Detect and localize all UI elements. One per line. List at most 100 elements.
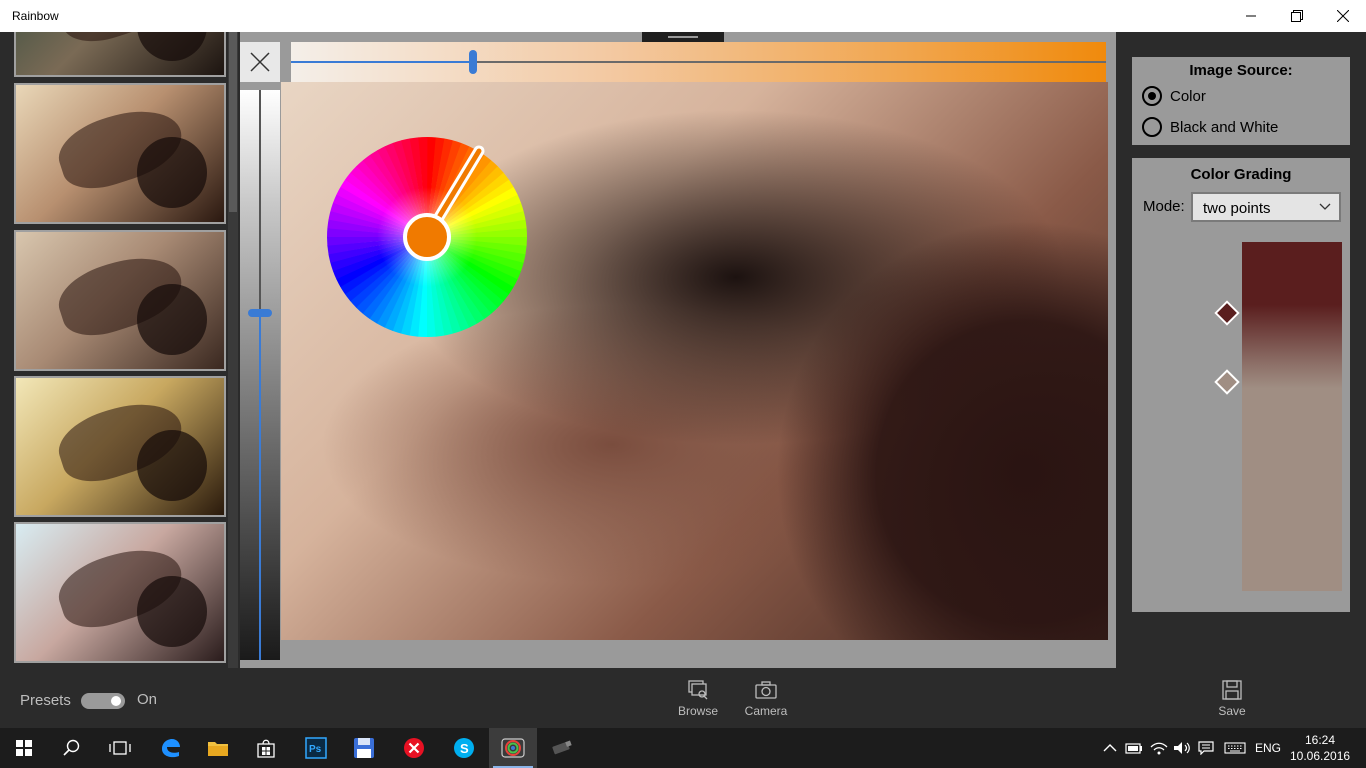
preset-thumbnail-image xyxy=(16,378,224,515)
image-source-title: Image Source: xyxy=(1189,62,1293,79)
taskbar-file-explorer[interactable] xyxy=(194,728,242,768)
folder-icon xyxy=(208,742,228,756)
presets-panel xyxy=(0,32,240,668)
hue-color-wheel[interactable] xyxy=(327,137,527,337)
svg-text:S: S xyxy=(460,741,469,756)
preset-thumbnail[interactable] xyxy=(14,83,226,224)
presets-toggle-label: Presets xyxy=(20,692,71,709)
edited-photo[interactable] xyxy=(281,82,1108,640)
app-area: Image Source: Color Black and White Colo… xyxy=(0,32,1366,728)
close-window-button[interactable] xyxy=(1320,0,1366,32)
brightness-slider-knob[interactable] xyxy=(248,309,272,317)
preset-thumbnail[interactable] xyxy=(14,230,226,371)
taskbar-edge[interactable] xyxy=(146,728,194,768)
camera-icon xyxy=(755,681,777,699)
browse-button[interactable]: Browse xyxy=(668,676,728,726)
start-button[interactable] xyxy=(0,728,48,768)
preset-thumbnail[interactable] xyxy=(14,522,226,663)
window-title: Rainbow xyxy=(12,9,59,23)
radio-label-color: Color xyxy=(1170,87,1206,105)
svg-text:Ps: Ps xyxy=(309,744,322,755)
save-button[interactable]: Save xyxy=(1202,676,1262,726)
windows-taskbar: Ps S ENG 16:24 10.06.2016 xyxy=(0,728,1366,768)
wifi-icon xyxy=(1150,742,1168,755)
taskbar-clock[interactable]: 16:24 10.06.2016 xyxy=(1290,732,1350,764)
preset-thumbnail[interactable] xyxy=(14,32,226,77)
clock-time: 16:24 xyxy=(1304,733,1336,747)
taskbar-skype[interactable]: S xyxy=(440,728,488,768)
close-editor-button[interactable] xyxy=(240,42,280,82)
edge-browser-icon xyxy=(162,739,180,758)
battery-icon xyxy=(1125,743,1142,754)
saturation-slider-knob[interactable] xyxy=(469,50,477,74)
volume-tray[interactable] xyxy=(1173,739,1191,757)
input-language[interactable]: ENG xyxy=(1255,741,1281,755)
radio-label-black-and-white: Black and White xyxy=(1170,118,1279,136)
radio-button-color[interactable] xyxy=(1142,86,1162,106)
battery-tray[interactable] xyxy=(1125,739,1143,757)
color-grading-title: Color Grading xyxy=(1190,166,1292,183)
minimize-icon xyxy=(1246,15,1256,17)
speaker-icon xyxy=(1174,742,1190,754)
title-bar: Rainbow xyxy=(0,0,1366,32)
camera-button[interactable]: Camera xyxy=(736,676,796,726)
restore-icon xyxy=(1291,10,1303,22)
preset-thumbnail-image xyxy=(16,32,224,75)
taskbar-store[interactable] xyxy=(242,728,290,768)
drag-grip[interactable] xyxy=(642,32,724,42)
windows-logo-icon xyxy=(16,740,32,756)
preset-thumbnail-image xyxy=(16,232,224,369)
mode-label: Mode: xyxy=(1143,198,1185,215)
saturation-slider-fill xyxy=(291,61,473,63)
presets-list[interactable] xyxy=(14,32,226,668)
rainbow-app-icon xyxy=(501,738,525,758)
taskbar-photoshop[interactable]: Ps xyxy=(292,728,340,768)
grading-point-shadow[interactable] xyxy=(1214,300,1240,326)
editor-canvas xyxy=(240,32,1116,668)
hue-wheel-knob[interactable] xyxy=(403,213,451,261)
save-label: Save xyxy=(1218,704,1246,718)
taskbar-save-app[interactable] xyxy=(340,728,388,768)
search-button[interactable] xyxy=(48,728,96,768)
save-icon xyxy=(1222,680,1242,700)
taskbar-rainbow-app[interactable] xyxy=(489,728,537,768)
wifi-tray[interactable] xyxy=(1150,739,1168,757)
notification-icon xyxy=(1198,741,1214,755)
mode-dropdown[interactable]: two points xyxy=(1191,192,1341,222)
taskbar-usb-app[interactable] xyxy=(538,728,586,768)
saturation-slider[interactable] xyxy=(291,42,1106,82)
browse-label: Browse xyxy=(677,704,718,718)
show-hidden-icons-button[interactable] xyxy=(1101,739,1119,757)
floppy-disk-icon xyxy=(354,738,374,758)
image-source-card: Image Source: Color Black and White xyxy=(1132,57,1350,145)
keyboard-icon xyxy=(1224,742,1246,754)
presets-toggle[interactable] xyxy=(81,693,125,709)
minimize-button[interactable] xyxy=(1228,0,1274,32)
task-view-icon xyxy=(109,741,131,755)
task-view-button[interactable] xyxy=(96,728,144,768)
grading-point-highlight[interactable] xyxy=(1214,369,1240,395)
presets-scrollbar[interactable] xyxy=(228,32,238,668)
bottom-app-bar: Presets On Browse Camera Save xyxy=(0,668,1366,728)
radio-black-and-white[interactable]: Black and White xyxy=(1142,115,1278,139)
search-icon xyxy=(63,739,80,756)
brightness-slider-fill xyxy=(259,313,261,660)
grading-gradient-bar[interactable] xyxy=(1242,242,1342,591)
close-icon xyxy=(1337,10,1349,22)
taskbar-red-x-app[interactable] xyxy=(390,728,438,768)
action-center-tray[interactable] xyxy=(1197,739,1215,757)
preset-thumbnail-image xyxy=(16,524,224,661)
clock-date: 10.06.2016 xyxy=(1290,749,1351,763)
radio-button-black-and-white[interactable] xyxy=(1142,117,1162,137)
store-icon xyxy=(257,739,275,758)
presets-scrollbar-thumb[interactable] xyxy=(229,32,237,212)
presets-toggle-state: On xyxy=(137,691,158,708)
brightness-slider[interactable] xyxy=(240,90,280,660)
usb-drive-icon xyxy=(552,740,572,755)
restore-button[interactable] xyxy=(1274,0,1320,32)
chevron-down-icon xyxy=(1319,203,1331,210)
preset-thumbnail[interactable] xyxy=(14,376,226,517)
close-icon xyxy=(250,52,270,72)
touch-keyboard-tray[interactable] xyxy=(1223,739,1247,757)
radio-color[interactable]: Color xyxy=(1142,84,1206,108)
